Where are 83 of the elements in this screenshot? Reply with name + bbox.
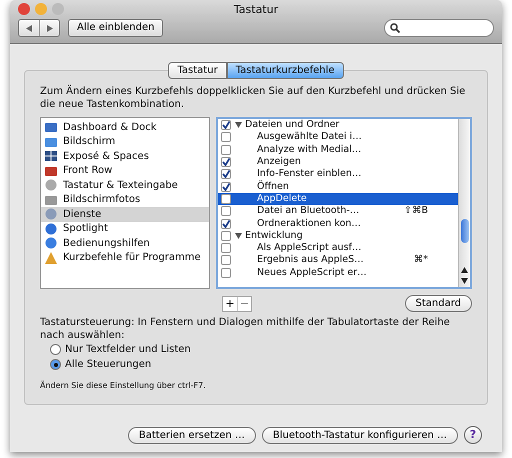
shortcut-label: Analyze with Medial…: [257, 144, 362, 156]
category-item[interactable]: Kurzbefehle für Programme: [41, 250, 209, 265]
shortcut-item[interactable]: Neues AppleScript er…: [218, 266, 458, 279]
shortcut-group[interactable]: Dateien und Ordner: [218, 119, 458, 132]
category-item[interactable]: Bedienungshilfen: [41, 236, 209, 250]
window-title: Tastatur: [234, 2, 278, 18]
category-item[interactable]: Dienste: [41, 207, 209, 222]
category-item[interactable]: Exposé & Spaces: [41, 149, 209, 164]
panel-icon: [45, 121, 57, 134]
shortcut-item[interactable]: Analyze with Medial…: [218, 144, 458, 156]
key-combination: ⌘*: [414, 254, 429, 266]
search-field[interactable]: [384, 19, 494, 37]
shortcut-item[interactable]: Öffnen: [218, 180, 458, 193]
category-item[interactable]: Bildschirmfotos: [41, 192, 209, 207]
checkbox[interactable]: [221, 144, 231, 155]
checkbox[interactable]: [221, 243, 231, 254]
shortcut-item[interactable]: Ordneraktionen kon…: [218, 217, 458, 230]
radio-option[interactable]: Alle Steuerungen: [50, 357, 472, 372]
help-button[interactable]: ?: [464, 426, 482, 444]
category-item[interactable]: Front Row: [41, 164, 209, 178]
shortcut-label: Als AppleScript ausf…: [257, 242, 362, 254]
replace-batteries-button[interactable]: Batterien ersetzen …: [128, 426, 256, 444]
shortcut-label: Anzeigen: [257, 156, 301, 168]
category-item[interactable]: Tastatur & Texteingabe: [41, 178, 209, 192]
shortcut-label: Ausgewählte Datei i…: [257, 131, 362, 144]
configure-button[interactable]: Bluetooth-Tastatur konfigurieren …: [262, 426, 458, 444]
checkbox[interactable]: [221, 218, 231, 229]
scrollbar[interactable]: [458, 119, 470, 287]
shortcut-label: Öffnen: [257, 180, 289, 193]
shortcut-item[interactable]: AppDelete: [218, 192, 458, 206]
checkbox[interactable]: [221, 230, 231, 241]
note-text: Ändern Sie diese Einstellung über ctrl-F7.: [40, 380, 207, 392]
shortcut-label: Entwicklung: [245, 230, 303, 242]
checkbox[interactable]: [221, 255, 231, 266]
scroll-thumb[interactable]: [461, 219, 469, 243]
remove-button[interactable]: −: [237, 296, 251, 310]
shortcut-group[interactable]: Entwicklung: [218, 230, 458, 242]
shortcut-item[interactable]: Als AppleScript ausf…: [218, 242, 458, 254]
circle-icon: [45, 179, 57, 192]
radio-label: Nur Textfelder und Listen: [65, 343, 191, 357]
shortcut-label: Dateien und Ordner: [245, 119, 340, 132]
instructions-text: Zum Ändern eines Kurzbefehls doppelklicken Sie auf den Kurzbefehl und drücken Sie die neue Tastenkombination.: [40, 85, 466, 111]
tab[interactable]: Tastatur: [168, 62, 227, 79]
radio-button[interactable]: [50, 359, 61, 370]
checkbox[interactable]: [221, 120, 231, 130]
shortcut-label: Datei an Bluetooth-…: [257, 205, 360, 218]
shortcut-item[interactable]: Anzeigen: [218, 156, 458, 168]
shortcut-item[interactable]: Datei an Bluetooth-… ⇧⌘B: [218, 205, 458, 218]
radio-label: Alle Steuerungen: [65, 358, 152, 372]
checkbox[interactable]: [221, 182, 231, 192]
checkbox[interactable]: [221, 206, 231, 216]
right-triangle-icon: [46, 24, 52, 32]
category-item[interactable]: Dashboard & Dock: [41, 120, 209, 134]
shortcut-label: AppDelete: [257, 192, 307, 205]
scroll-up-arrow[interactable]: [461, 267, 470, 273]
radio-button[interactable]: [50, 344, 61, 355]
shortcut-item[interactable]: Ergebnis aus AppleS… ⌘*: [218, 254, 458, 267]
search-icon: [390, 23, 400, 33]
shortcut-item[interactable]: Info-Fenster einblen…: [218, 168, 458, 180]
keyboard-control-text: Tastatursteuerung: In Fenstern und Dialogen mithilfe der Tabulatortaste der Reihe nach auswählen:: [40, 316, 451, 342]
shortcut-label: Info-Fenster einblen…: [257, 168, 362, 180]
key-combination: ⇧⌘B: [404, 205, 429, 218]
checkbox[interactable]: [221, 268, 231, 278]
grid-icon: [45, 150, 57, 162]
shortcut-label: Ordneraktionen kon…: [257, 218, 361, 230]
scroll-down-arrow[interactable]: [461, 278, 470, 284]
close-button[interactable]: [18, 3, 30, 15]
checkbox[interactable]: [221, 132, 231, 142]
category-item[interactable]: Spotlight: [41, 222, 209, 236]
triangle-icon: [45, 252, 57, 264]
shortcut-label: Ergebnis aus AppleS…: [257, 254, 364, 266]
tab[interactable]: Tastaturkurzbefehle: [226, 62, 344, 79]
checkbox[interactable]: [221, 157, 231, 168]
category-item[interactable]: Bildschirm: [41, 134, 209, 149]
shortcut-label: Neues AppleScript er…: [257, 266, 367, 279]
shortcut-item[interactable]: Ausgewählte Datei i…: [218, 131, 458, 144]
radio-option[interactable]: Nur Textfelder und Listen: [50, 342, 472, 357]
standard-button[interactable]: Standard: [404, 295, 472, 312]
left-triangle-icon: [26, 24, 32, 32]
circle-icon: [45, 237, 57, 250]
checkbox[interactable]: [221, 194, 231, 204]
checkbox[interactable]: [221, 169, 231, 180]
show-all-button[interactable]: Alle einblenden: [68, 19, 164, 37]
